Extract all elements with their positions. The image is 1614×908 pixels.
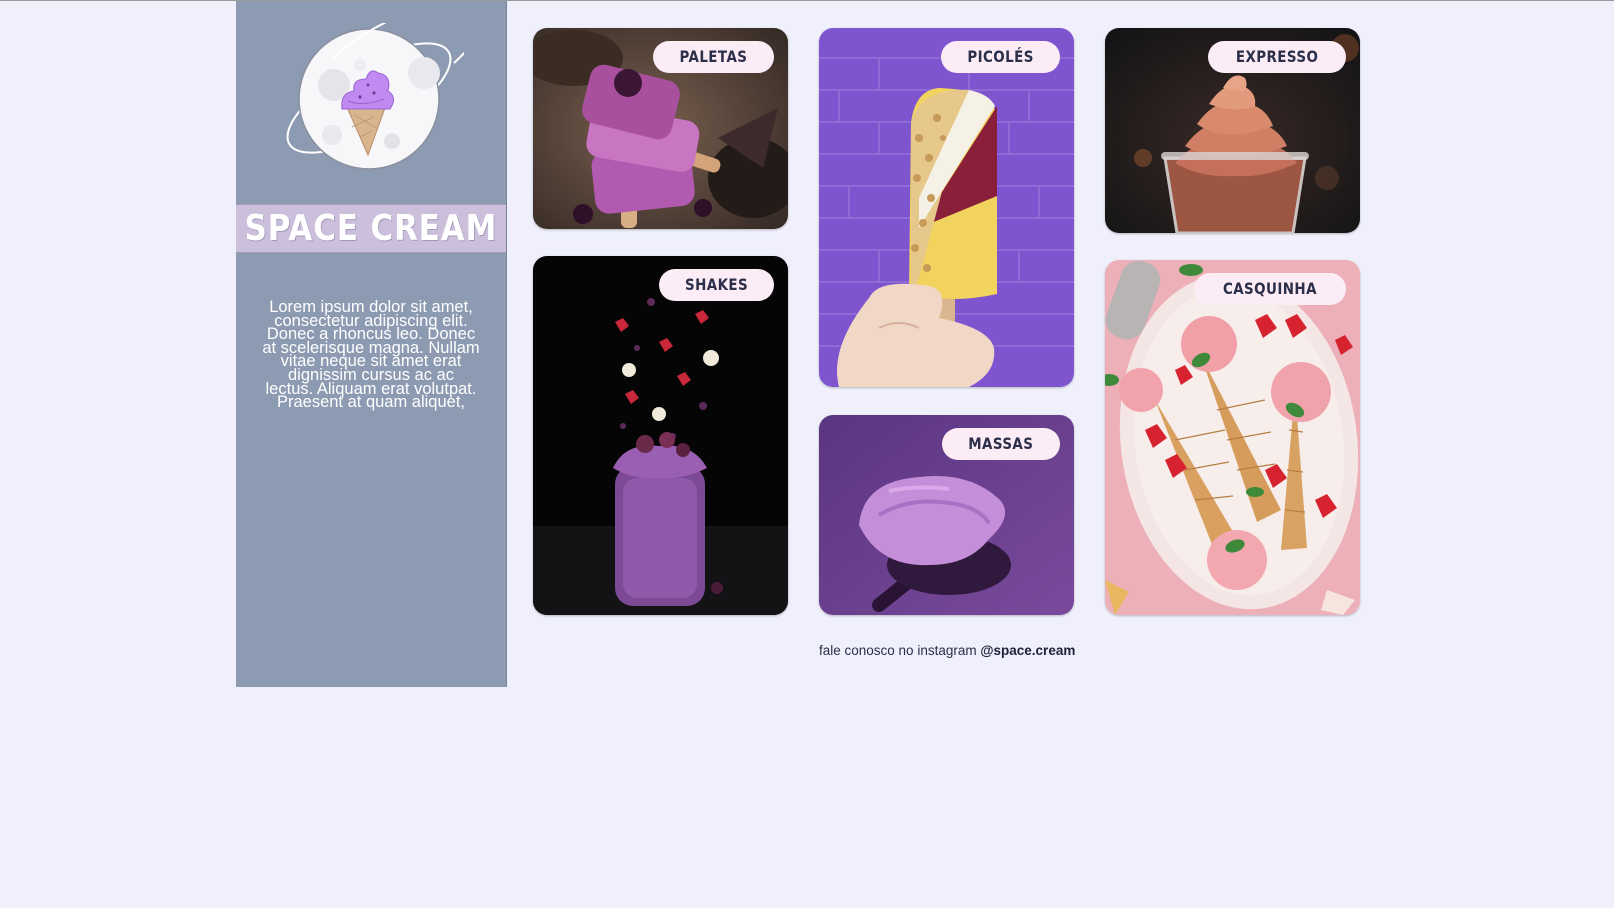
ice-cream-planet-icon <box>286 23 464 170</box>
brand-title: SPACE CREAM <box>244 208 498 249</box>
category-card-shakes[interactable]: SHAKES <box>533 256 788 615</box>
category-label: EXPRESSO <box>1207 41 1346 73</box>
category-label: PICOLÉS <box>940 41 1060 73</box>
footer-text: fale conosco no instagram <box>819 643 977 658</box>
category-card-expresso[interactable]: EXPRESSO <box>1105 28 1360 233</box>
casquinha-photo <box>1105 260 1360 615</box>
category-card-massas[interactable]: MASSAS <box>819 415 1074 615</box>
category-label: CASQUINHA <box>1194 273 1346 305</box>
about-text: Lorem ipsum dolor sit amet, consectetur … <box>262 298 480 412</box>
category-card-casquinha[interactable]: CASQUINHA <box>1105 260 1360 615</box>
category-label: MASSAS <box>942 428 1060 460</box>
category-label: SHAKES <box>658 269 774 301</box>
brand-band: SPACE CREAM <box>236 204 506 253</box>
shakes-photo <box>533 256 788 615</box>
category-card-paletas[interactable]: PALETAS <box>533 28 788 229</box>
picoles-photo <box>819 28 1074 387</box>
sidebar: SPACE CREAM Lorem ipsum dolor sit amet, … <box>236 1 507 687</box>
footer-note: fale conosco no instagram @space.cream <box>819 643 1075 658</box>
logo[interactable] <box>236 1 506 204</box>
category-card-picoles[interactable]: PICOLÉS <box>819 28 1074 387</box>
category-label: PALETAS <box>653 41 774 73</box>
instagram-link[interactable]: @space.cream <box>980 643 1075 658</box>
